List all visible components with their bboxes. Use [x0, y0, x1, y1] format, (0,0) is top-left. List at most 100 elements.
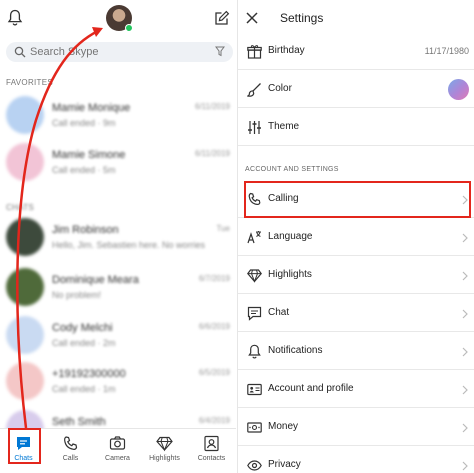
- settings-label-color: Color: [268, 83, 292, 94]
- search-bar[interactable]: [6, 42, 233, 62]
- diamond-icon: [156, 436, 173, 452]
- settings-row-language[interactable]: Language: [238, 219, 474, 256]
- search-input[interactable]: [30, 44, 200, 60]
- contact-name: +19192300000: [52, 368, 126, 380]
- contact-avatar: [6, 362, 44, 400]
- chat-list-item[interactable]: Jim Robinson Hello, Jim. Sebastien here. …: [0, 212, 236, 264]
- eye-icon: [247, 460, 262, 471]
- nav-camera-label: Camera: [105, 455, 130, 462]
- settings-label-chat: Chat: [268, 307, 290, 318]
- nav-contacts-label: Contacts: [197, 455, 226, 462]
- message-time: 6/11/2019: [195, 102, 230, 111]
- settings-label-language: Language: [268, 231, 313, 242]
- settings-label-money: Money: [268, 421, 299, 432]
- contact-name: Mamie Monique: [52, 102, 131, 114]
- filter-icon[interactable]: [215, 46, 225, 57]
- settings-row-color[interactable]: Color: [238, 71, 474, 108]
- message-time: 6/6/2019: [198, 322, 230, 331]
- settings-label-theme: Theme: [268, 121, 300, 132]
- contact-avatar: [6, 96, 44, 134]
- settings-label-highlights: Highlights: [268, 269, 312, 280]
- nav-highlights-label: Highlights: [149, 455, 180, 462]
- chat-bubble-icon: [247, 306, 262, 321]
- profile-avatar[interactable]: [106, 5, 133, 32]
- message-preview: Call ended · 1m: [52, 384, 116, 394]
- contact-name: Mamie Simone: [52, 149, 126, 161]
- settings-row-chat[interactable]: Chat: [238, 295, 474, 332]
- bell-icon[interactable]: [7, 9, 23, 27]
- contact-name: Dominique Meara: [52, 274, 139, 286]
- settings-label-privacy: Privacy: [268, 459, 301, 470]
- calling-highlight-box: [244, 181, 471, 218]
- chevron-right-icon: [462, 309, 468, 319]
- camera-icon: [109, 436, 126, 450]
- nav-highlights[interactable]: Highlights: [141, 429, 188, 473]
- message-time: 6/7/2019: [198, 274, 230, 283]
- settings-label-birthday: Birthday: [268, 45, 305, 56]
- chat-list-item[interactable]: Mamie Simone Call ended · 5m 6/11/2019: [0, 137, 236, 189]
- message-time: 6/11/2019: [195, 149, 230, 158]
- nav-calls-label: Calls: [62, 455, 79, 462]
- settings-row-money[interactable]: Money: [238, 409, 474, 446]
- chevron-right-icon: [462, 347, 468, 357]
- contact-name: Cody Melchi: [52, 322, 113, 334]
- chevron-right-icon: [462, 385, 468, 395]
- color-swatch[interactable]: [448, 79, 469, 100]
- contact-name: Jim Robinson: [52, 224, 119, 236]
- chat-list-pane: FAVORITES CHATS Mamie Monique Call ended …: [0, 0, 236, 473]
- chevron-right-icon: [462, 423, 468, 433]
- favorites-label: FAVORITES: [6, 78, 54, 87]
- chevron-right-icon: [462, 461, 468, 471]
- message-time: Tue: [216, 224, 231, 233]
- settings-label-account: Account and profile: [268, 383, 354, 394]
- chat-list-item[interactable]: +19192300000 Call ended · 1m 6/5/2019: [0, 356, 236, 408]
- message-time: 6/4/2019: [198, 416, 230, 425]
- settings-row-privacy[interactable]: Privacy: [238, 447, 474, 473]
- money-icon: [247, 422, 262, 433]
- settings-row-notifications[interactable]: Notifications: [238, 333, 474, 370]
- contact-name: Seth Smith: [52, 416, 106, 428]
- settings-row-birthday[interactable]: Birthday 11/17/1980: [238, 33, 474, 70]
- presence-indicator: [125, 24, 133, 32]
- bell-icon: [248, 344, 261, 359]
- brush-icon: [247, 83, 261, 97]
- nav-calls[interactable]: Calls: [47, 429, 94, 473]
- chat-list-item[interactable]: Mamie Monique Call ended · 9m 6/11/2019: [0, 90, 236, 142]
- message-preview: Call ended · 9m: [52, 118, 116, 128]
- chevron-right-icon: [462, 271, 468, 281]
- sliders-icon: [248, 121, 261, 134]
- chats-highlight-box: [8, 428, 41, 464]
- message-preview: Call ended · 2m: [52, 338, 116, 348]
- contacts-icon: [204, 435, 219, 452]
- settings-pane: Settings Birthday 11/17/1980 Color Theme…: [237, 0, 474, 473]
- settings-row-highlights[interactable]: Highlights: [238, 257, 474, 294]
- birthday-value: 11/17/1980: [424, 46, 469, 56]
- message-preview: No problem!: [52, 290, 102, 300]
- close-icon[interactable]: [246, 12, 258, 24]
- chevron-right-icon: [462, 233, 468, 243]
- chats-section-label: CHATS: [6, 203, 35, 212]
- message-preview: Hello, Jim. Sebastien here. No worries: [52, 240, 206, 250]
- chat-list-item[interactable]: Dominique Meara No problem! 6/7/2019: [0, 262, 236, 314]
- message-preview: Call ended · 5m: [52, 165, 116, 175]
- settings-row-account[interactable]: Account and profile: [238, 371, 474, 408]
- compose-icon[interactable]: [214, 10, 230, 26]
- diamond-icon: [247, 269, 262, 283]
- settings-label-notifications: Notifications: [268, 345, 323, 356]
- phone-icon: [64, 436, 78, 450]
- nav-camera[interactable]: Camera: [94, 429, 141, 473]
- contact-avatar: [6, 218, 44, 256]
- top-bar: [0, 0, 236, 38]
- settings-row-theme[interactable]: Theme: [238, 109, 474, 146]
- message-time: 6/5/2019: [198, 368, 230, 377]
- search-icon: [14, 46, 26, 58]
- language-icon: [247, 231, 261, 244]
- account-settings-label: ACCOUNT AND SETTINGS: [245, 166, 339, 173]
- contact-avatar: [6, 316, 44, 354]
- id-card-icon: [247, 383, 262, 396]
- nav-contacts[interactable]: Contacts: [188, 429, 235, 473]
- gift-icon: [247, 45, 262, 59]
- contact-avatar: [6, 268, 44, 306]
- settings-title: Settings: [280, 11, 324, 25]
- chat-list-item[interactable]: Cody Melchi Call ended · 2m 6/6/2019: [0, 310, 236, 362]
